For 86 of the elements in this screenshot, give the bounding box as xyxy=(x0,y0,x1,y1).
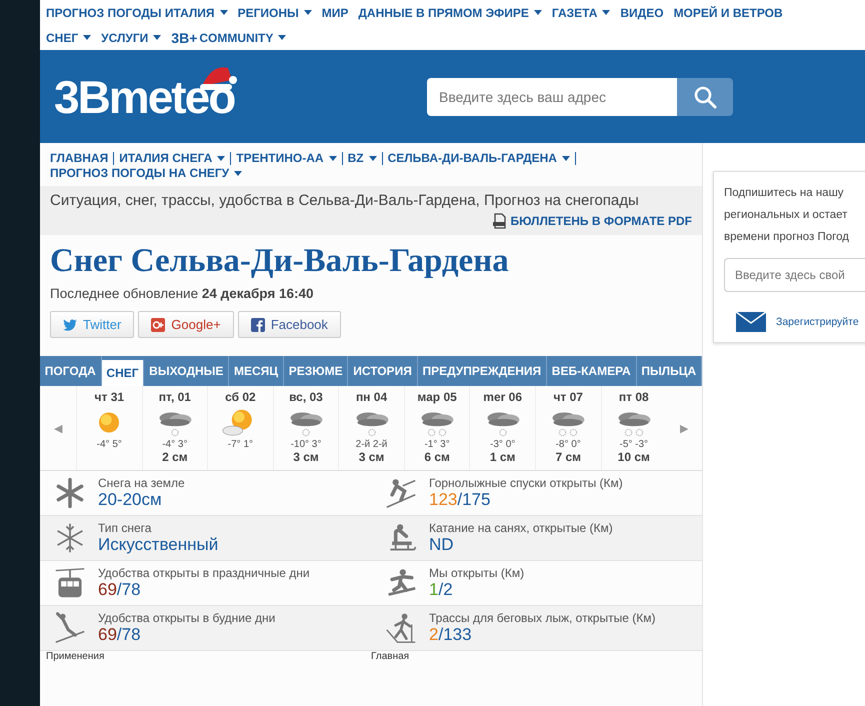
subscribe-text: времени прогноз Погод xyxy=(724,230,850,245)
page-title: Снег Сельва-Ди-Валь-Гардена xyxy=(50,243,510,280)
day-label: чт 31 xyxy=(94,390,124,404)
snowfall-amount: 3 см xyxy=(293,450,319,464)
stat-value: ND xyxy=(429,535,455,555)
snowfall-amount: 10 см xyxy=(618,450,650,464)
crosscountry-icon xyxy=(385,612,417,644)
stat-label: Удобства открыты в праздничные дни xyxy=(98,566,310,580)
email-field[interactable]: Введите здесь свой xyxy=(724,258,865,292)
nav-link[interactable]: ГАЗЕТА xyxy=(552,0,610,25)
breadcrumb-link[interactable]: ИТАЛИЯ СНЕГА xyxy=(119,151,226,165)
temperature-range: -4° 5° xyxy=(96,439,122,450)
stat-value: 20-20см xyxy=(98,490,163,510)
temperature-range: 2-й 2-й xyxy=(356,439,388,450)
day-label: чт 07 xyxy=(553,390,583,404)
subscribe-text: региональных и остает xyxy=(724,208,848,223)
search-field[interactable]: Введите здесь ваш адрес xyxy=(427,78,677,116)
snowfall-amount: 6 см xyxy=(424,450,450,464)
day-label: пт, 01 xyxy=(158,390,191,404)
section-heading: Главная xyxy=(371,651,410,662)
temperature-range: -7° 1° xyxy=(228,439,254,450)
skier-icon xyxy=(385,477,417,509)
google-plus-icon xyxy=(151,318,166,332)
day-label: пн 04 xyxy=(356,390,388,404)
stat-value: 2/133 xyxy=(429,625,473,645)
update-text: Последнее обновление 24 декабря 16:40 xyxy=(49,286,315,301)
stat-value: 69/78 xyxy=(98,625,142,645)
breadcrumb-link[interactable]: BZ xyxy=(348,151,377,165)
day-label: мар 05 xyxy=(417,390,457,404)
register-link[interactable]: Зарегистрируйте xyxy=(776,316,859,328)
stat-label: Снега на земле xyxy=(98,476,185,490)
subscribe-text: Подпишитесь на нашу xyxy=(724,186,845,201)
snowfall-amount: 3 см xyxy=(358,450,384,464)
temperature-range: -3° 0° xyxy=(490,439,516,450)
subtitle: Ситуация, снег, трассы, удобства в Сельва-Ди-Валь-Гардена, Прогноз на снегопады xyxy=(50,192,640,209)
tab[interactable]: СНЕГ xyxy=(102,360,144,386)
nav-link[interactable]: ВИДЕО xyxy=(620,0,664,25)
temperature-range: -8° 0° xyxy=(556,439,581,450)
snowfall-amount: 2 см xyxy=(162,450,188,464)
pdf-link[interactable]: БЮЛЛЕТЕНЬ В ФОРМАТЕ PDF xyxy=(510,214,692,228)
snowflake-icon xyxy=(54,477,86,509)
stat-label: Тип снега xyxy=(98,521,152,535)
share-button[interactable]: Facebook xyxy=(238,311,341,338)
stat-value: 69/78 xyxy=(98,580,142,600)
nav-link[interactable]: МОРЕЙ И ВЕТРОВ xyxy=(674,0,783,25)
temperature-range: -4° 3° xyxy=(162,439,188,450)
facebook-icon xyxy=(250,318,265,332)
search-icon xyxy=(693,84,717,108)
jumper-icon xyxy=(54,612,86,644)
snowboard-icon xyxy=(385,567,417,599)
stat-label: Горнолыжные спуски открыты (Км) xyxy=(429,476,623,490)
gondola-icon xyxy=(54,567,86,599)
stat-label: Мы открыты (Км) xyxy=(429,566,524,580)
logo[interactable]: 3Bmeteo xyxy=(54,70,234,124)
breadcrumb-link[interactable]: ГЛАВНАЯ xyxy=(50,151,108,165)
share-button[interactable]: Google+ xyxy=(138,311,234,338)
nav-link[interactable]: МИР xyxy=(322,0,348,25)
nav-link[interactable]: УСЛУГИ xyxy=(101,25,162,50)
section-heading: Применения xyxy=(46,651,106,662)
search-button[interactable] xyxy=(677,78,733,116)
nav-link[interactable]: ПРОГНОЗ ПОГОДЫ ИТАЛИЯ xyxy=(46,0,228,25)
stat-value: Искусственный xyxy=(98,535,218,555)
envelope-icon xyxy=(736,312,766,332)
pdf-icon xyxy=(492,213,508,229)
breadcrumb-link[interactable]: ПРОГНОЗ ПОГОДЫ НА СНЕГУ xyxy=(50,166,242,180)
day-label: сб 02 xyxy=(225,390,256,404)
stat-label: Катание на санях, открытые (Км) xyxy=(429,521,613,535)
breadcrumb-link[interactable]: ТРЕНТИНО-АА xyxy=(236,151,337,165)
day-label: mer 06 xyxy=(483,390,522,404)
bird-icon xyxy=(63,318,77,330)
nav-link[interactable]: СНЕГ xyxy=(46,25,92,50)
nav-link[interactable]: 3B+COMMUNITY xyxy=(171,25,286,50)
stat-value: 1/2 xyxy=(429,580,454,600)
breadcrumb-link[interactable]: СЕЛЬВА-ДИ-ВАЛЬ-ГАРДЕНА xyxy=(388,151,570,165)
nav-link[interactable]: РЕГИОНЫ xyxy=(238,0,312,25)
day-label: пт 08 xyxy=(618,390,649,404)
temperature-range: -1° 3° xyxy=(424,439,450,450)
stat-label: Удобства открыты в будние дни xyxy=(98,611,276,625)
snowfall-amount: 1 см xyxy=(490,450,516,464)
temperature-range: -5° -3° xyxy=(620,439,648,450)
day-label: вс, 03 xyxy=(289,390,323,404)
stat-value: 123/175 xyxy=(429,490,492,510)
snowfall-amount: 7 см xyxy=(555,450,581,464)
temperature-range: -10° 3° xyxy=(290,439,322,450)
nav-link[interactable]: ДАННЫЕ В ПРЯМОМ ЭФИРЕ xyxy=(358,0,542,25)
stat-label: Трассы для беговых лыж, открытые (Км) xyxy=(429,611,656,625)
